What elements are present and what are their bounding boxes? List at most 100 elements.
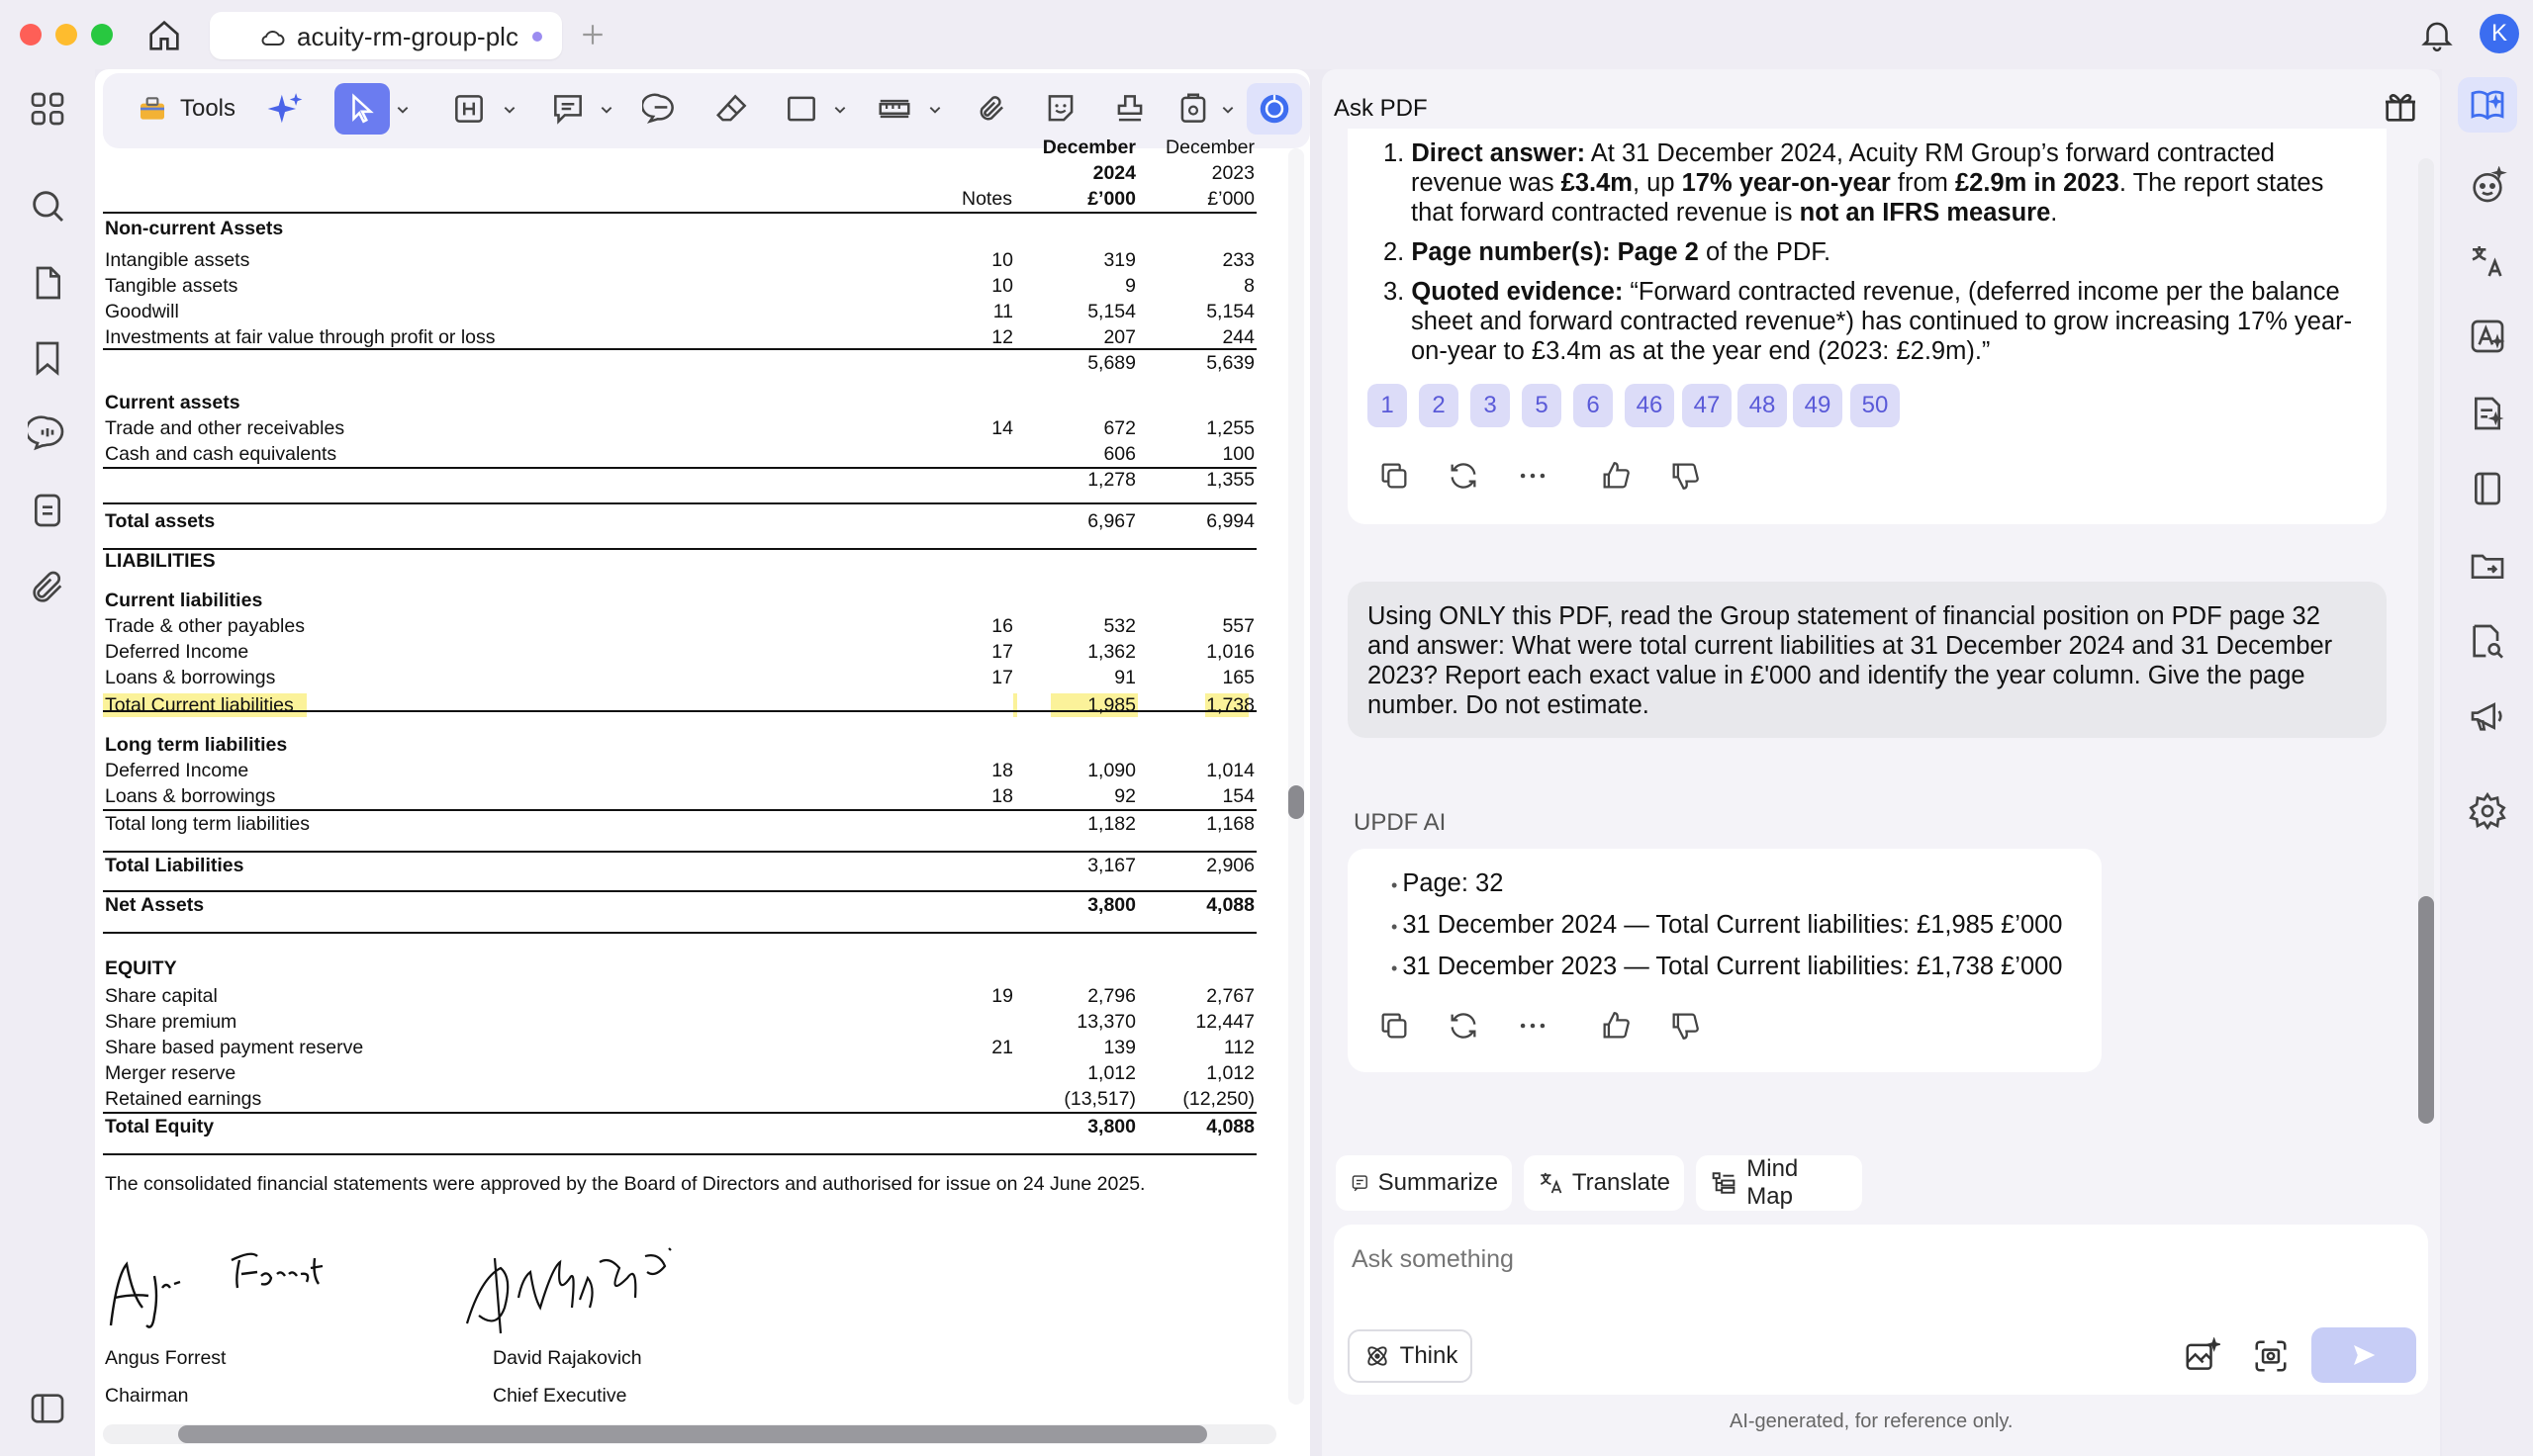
signature-chevron-down-icon[interactable] <box>1221 103 1235 117</box>
ai-chat-face-icon[interactable] <box>2468 165 2507 206</box>
signature-button[interactable] <box>1170 83 1217 135</box>
page-chip[interactable]: 3 <box>1470 384 1510 427</box>
sticker-button[interactable] <box>1037 83 1084 135</box>
tools-label: Tools <box>179 95 236 122</box>
select-tool-button[interactable] <box>334 83 390 135</box>
stamp-icon <box>1117 95 1143 122</box>
ai-edit-document-icon[interactable] <box>2468 394 2507 433</box>
thumbs-up-icon[interactable] <box>1599 459 1633 493</box>
answer2-list-item: • 31 December 2023 — Total Current liabi… <box>1391 952 2084 983</box>
mind-map-label: Mind Map <box>1746 1155 1799 1210</box>
translate-button[interactable]: Translate <box>1524 1155 1684 1211</box>
settings-gear-icon[interactable] <box>2468 791 2507 831</box>
minimize-window-button[interactable] <box>55 24 77 46</box>
new-tab-plus-icon[interactable] <box>580 22 606 47</box>
stamp-button[interactable] <box>1106 83 1154 135</box>
ask-input[interactable] <box>1350 1240 2412 1278</box>
doc-vertical-scrollbar-track[interactable] <box>1288 148 1304 1405</box>
page-chip[interactable]: 5 <box>1522 384 1561 427</box>
page-chip[interactable]: 6 <box>1573 384 1613 427</box>
page-chip[interactable]: 47 <box>1682 384 1732 427</box>
pages-icon[interactable] <box>28 263 67 303</box>
thumbs-up-icon-2[interactable] <box>1599 1009 1633 1043</box>
attachments-doc-icon[interactable] <box>28 491 67 530</box>
comments-icon[interactable] <box>25 413 67 453</box>
sticker-icon <box>1048 95 1074 122</box>
bookmark-icon[interactable] <box>28 338 67 378</box>
comment-button[interactable] <box>637 83 685 135</box>
attach-file-button[interactable] <box>968 83 1015 135</box>
eraser-button[interactable] <box>708 83 756 135</box>
answer1-item3-number: 3. <box>1383 278 1412 306</box>
insert-image-icon[interactable] <box>2183 1336 2223 1375</box>
ocr-text-icon[interactable] <box>2468 317 2507 356</box>
ai-search-document-icon[interactable] <box>2468 621 2507 661</box>
chat-scrollbar-thumb[interactable] <box>2418 896 2434 1124</box>
shape-chevron-down-icon[interactable] <box>833 103 847 117</box>
regenerate-icon[interactable] <box>1447 459 1480 493</box>
text-chevron-down-icon[interactable] <box>503 103 516 117</box>
page-chip[interactable]: 46 <box>1625 384 1674 427</box>
doc-vertical-scrollbar-thumb[interactable] <box>1288 785 1304 819</box>
reader-book-icon[interactable] <box>2468 469 2507 508</box>
paperclip-icon[interactable] <box>28 568 67 607</box>
think-toggle-button[interactable]: Think <box>1348 1329 1472 1383</box>
page-chip[interactable]: 50 <box>1850 384 1900 427</box>
select-chevron-down-icon[interactable] <box>396 103 410 117</box>
ask-pdf-rail-button[interactable] <box>2458 77 2517 133</box>
bullet-icon: • <box>1391 958 1403 978</box>
megaphone-icon[interactable] <box>2468 696 2507 736</box>
answer1-item1-l2f: £2.9m in 2023 <box>1954 169 2119 197</box>
regenerate-icon-2[interactable] <box>1447 1009 1480 1043</box>
summarize-icon <box>1352 1175 1367 1192</box>
answer2-list: • Page: 32 • 31 December 2024 — Total Cur… <box>1391 868 2084 993</box>
note-button[interactable] <box>544 83 592 135</box>
annotation-toolbar: Tools <box>103 73 1310 148</box>
doc-horizontal-scrollbar-thumb[interactable] <box>178 1425 1207 1443</box>
notification-bell-icon[interactable] <box>2418 16 2456 53</box>
maximize-window-button[interactable] <box>91 24 113 46</box>
answer1-item1: 1. Direct answer: At 31 December 2024, A… <box>1383 138 2373 366</box>
measure-button[interactable] <box>871 83 918 135</box>
measure-chevron-down-icon[interactable] <box>928 103 942 117</box>
summarize-button[interactable]: Summarize <box>1336 1155 1512 1211</box>
note-chevron-down-icon[interactable] <box>600 103 613 117</box>
home-icon[interactable] <box>144 16 184 55</box>
thumbs-down-icon-2[interactable] <box>1668 1009 1702 1043</box>
send-button[interactable] <box>2311 1327 2416 1383</box>
thumbnails-grid-icon[interactable] <box>28 89 67 129</box>
screenshot-capture-icon[interactable] <box>2252 1337 2290 1375</box>
mind-map-button[interactable]: Mind Map <box>1696 1155 1862 1211</box>
document-tab[interactable]: acuity-rm-group-plc <box>210 12 562 59</box>
translate-icon <box>1540 1172 1562 1194</box>
shape-button[interactable] <box>778 83 825 135</box>
page-chip[interactable]: 1 <box>1367 384 1407 427</box>
answer2-item-text: 31 December 2023 — Total Current liabili… <box>1402 953 2063 980</box>
export-folder-icon[interactable] <box>2468 546 2507 586</box>
more-options-icon[interactable] <box>1516 459 1549 493</box>
search-icon[interactable] <box>28 186 67 226</box>
ai-assistant-icon <box>1260 94 1289 124</box>
close-window-button[interactable] <box>20 24 42 46</box>
copy-icon-2[interactable] <box>1377 1009 1411 1043</box>
thumbs-down-icon[interactable] <box>1668 459 1702 493</box>
page-chip[interactable]: 2 <box>1419 384 1458 427</box>
avatar-letter: K <box>2490 20 2507 46</box>
page-chip[interactable]: 49 <box>1793 384 1842 427</box>
answer1-item3-line1: “Forward contracted revenue, (deferred i… <box>1630 278 2340 306</box>
more-options-icon-2[interactable] <box>1516 1009 1549 1043</box>
ruler-icon <box>879 99 910 119</box>
sidebar-toggle-icon[interactable] <box>28 1389 67 1428</box>
tools-button[interactable]: Tools <box>123 83 249 135</box>
copy-icon[interactable] <box>1377 459 1411 493</box>
ai-sparkle-button[interactable] <box>263 83 307 135</box>
gift-icon[interactable] <box>2381 87 2420 127</box>
cloud-icon <box>259 24 287 51</box>
user-avatar[interactable]: K <box>2480 14 2519 53</box>
translate-tool-icon[interactable] <box>2468 241 2507 281</box>
ai-assistant-button[interactable] <box>1247 83 1302 135</box>
page-chip[interactable]: 48 <box>1737 384 1787 427</box>
ask-pdf-title: Ask PDF <box>1334 95 1428 122</box>
text-box-button[interactable] <box>445 83 493 135</box>
toolbox-icon <box>140 97 164 120</box>
